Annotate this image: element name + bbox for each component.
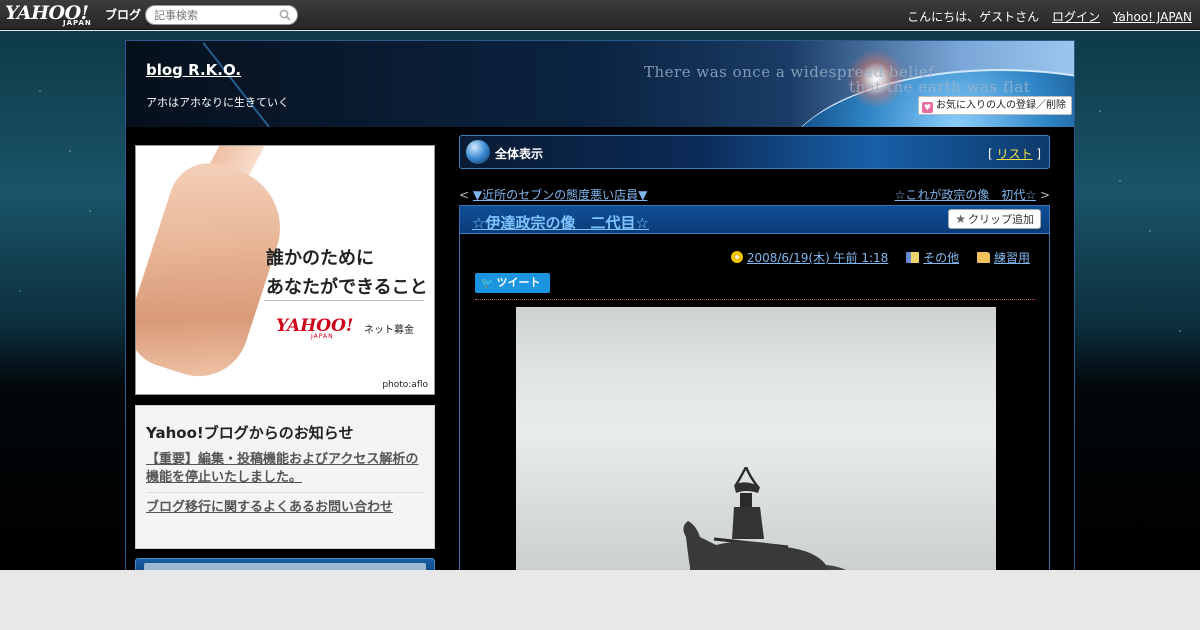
- article-date-link[interactable]: 2008/6/19(木) 午前 1:18: [747, 251, 888, 265]
- notice-title: Yahoo!ブログからのお知らせ: [146, 424, 354, 442]
- view-all-label: 全体表示: [495, 147, 544, 161]
- header-decoration-line: [202, 42, 272, 127]
- article-search: [145, 5, 298, 25]
- category-icon: [906, 252, 920, 263]
- notice-link-faq[interactable]: ブログ移行に関するよくあるお問い合わせ: [146, 499, 424, 517]
- yahoo-blog-logo[interactable]: YAHOO! JAPAN ブログ: [5, 2, 141, 28]
- equestrian-statue-graphic: [683, 467, 846, 570]
- ad-service-name: ネット募金: [364, 325, 414, 336]
- search-input[interactable]: [154, 7, 274, 23]
- sidebar-next-module: [135, 558, 435, 570]
- clip-button-label: クリップ追加: [968, 213, 1034, 226]
- list-bracket-close: ]: [1036, 147, 1041, 161]
- next-article: ☆これが政宗の像 初代☆ >: [895, 186, 1050, 203]
- charity-ad-banner[interactable]: 誰かのために あなたができること YAHOO! JAPAN ネット募金 phot…: [135, 145, 435, 395]
- clip-add-button[interactable]: ★ クリップ追加: [948, 209, 1041, 229]
- favorite-register-button[interactable]: ♥ お気に入りの人の登録／削除: [918, 96, 1072, 115]
- yahoo-japan-link[interactable]: Yahoo! JAPAN: [1113, 10, 1192, 24]
- global-header: YAHOO! JAPAN ブログ こんにちは、ゲストさん ログイン Yahoo!…: [0, 0, 1200, 30]
- article-divider: [475, 299, 1035, 300]
- search-icon[interactable]: [279, 9, 291, 21]
- article-header: ☆伊達政宗の像 二代目☆ ★ クリップ追加: [460, 206, 1049, 234]
- page-bottom-area: [0, 570, 1200, 630]
- ad-headline-2: あなたができること: [266, 277, 428, 298]
- blog-description: アホはアホなりに生きていく: [146, 96, 289, 109]
- notice-box: Yahoo!ブログからのお知らせ 【重要】編集・投稿機能およびアクセス解析の機能…: [135, 405, 435, 549]
- prev-article-link[interactable]: ▼近所のセブンの態度悪い店員▼: [473, 188, 647, 202]
- notice-link-important[interactable]: 【重要】編集・投稿機能およびアクセス解析の機能を停止いたしました。: [146, 451, 424, 487]
- clock-icon: [730, 251, 743, 263]
- tweet-label: ツイート: [496, 276, 541, 289]
- list-view-link[interactable]: リスト: [996, 147, 1032, 161]
- list-bracket-open: [: [987, 147, 993, 161]
- logo-service-name: ブログ: [105, 8, 142, 22]
- blog-header: There was once a widespread belief that …: [126, 41, 1074, 127]
- favorite-button-label: お気に入りの人の登録／削除: [936, 100, 1066, 111]
- user-nav: こんにちは、ゲストさん ログイン Yahoo! JAPAN: [907, 8, 1192, 25]
- article-panel: ☆伊達政宗の像 二代目☆ ★ クリップ追加 2008/6/19(木) 午前 1:1…: [459, 205, 1050, 570]
- blog-title[interactable]: blog R.K.O.: [146, 61, 241, 79]
- ad-photo-credit: photo:aflo: [382, 380, 428, 390]
- header-tagline-2: that the earth was flat: [849, 78, 1031, 96]
- ad-divider: [264, 300, 424, 301]
- article-meta: 2008/6/19(木) 午前 1:18 その他 練習用: [730, 249, 1030, 266]
- list-view-control: [ リスト ]: [988, 145, 1041, 162]
- sidebar-module-header: [144, 563, 426, 570]
- twitter-bird-icon: 🐦: [481, 278, 494, 289]
- notice-divider: [146, 492, 424, 493]
- prev-arrow: <: [459, 188, 470, 202]
- article-folder-link[interactable]: 練習用: [994, 251, 1030, 265]
- star-icon: ★: [955, 212, 966, 226]
- blog-container: There was once a widespread belief that …: [125, 40, 1075, 570]
- greeting-text: こんにちは、ゲストさん: [907, 10, 1040, 24]
- login-link[interactable]: ログイン: [1052, 10, 1100, 24]
- ad-brand-sub: JAPAN: [311, 333, 334, 340]
- view-all-bar: 全体表示 [ リスト ]: [459, 135, 1050, 169]
- logo-subtext: JAPAN: [63, 19, 92, 27]
- article-category-link[interactable]: その他: [923, 251, 959, 265]
- article-pagination: < ▼近所のセブンの態度悪い店員▼ ☆これが政宗の像 初代☆ >: [459, 186, 1050, 202]
- globe-icon: [466, 140, 490, 164]
- article-photo: [516, 307, 996, 570]
- folder-icon: [976, 252, 990, 263]
- prev-article: < ▼近所のセブンの態度悪い店員▼: [459, 186, 647, 203]
- next-article-link[interactable]: ☆これが政宗の像 初代☆: [895, 188, 1037, 202]
- article-title[interactable]: ☆伊達政宗の像 二代目☆: [472, 212, 649, 233]
- next-arrow: >: [1039, 188, 1050, 202]
- heart-icon: ♥: [922, 102, 933, 113]
- tweet-button[interactable]: 🐦 ツイート: [475, 273, 550, 293]
- clasped-hands-graphic: [136, 152, 296, 390]
- ad-headline-1: 誰かのために: [266, 248, 374, 269]
